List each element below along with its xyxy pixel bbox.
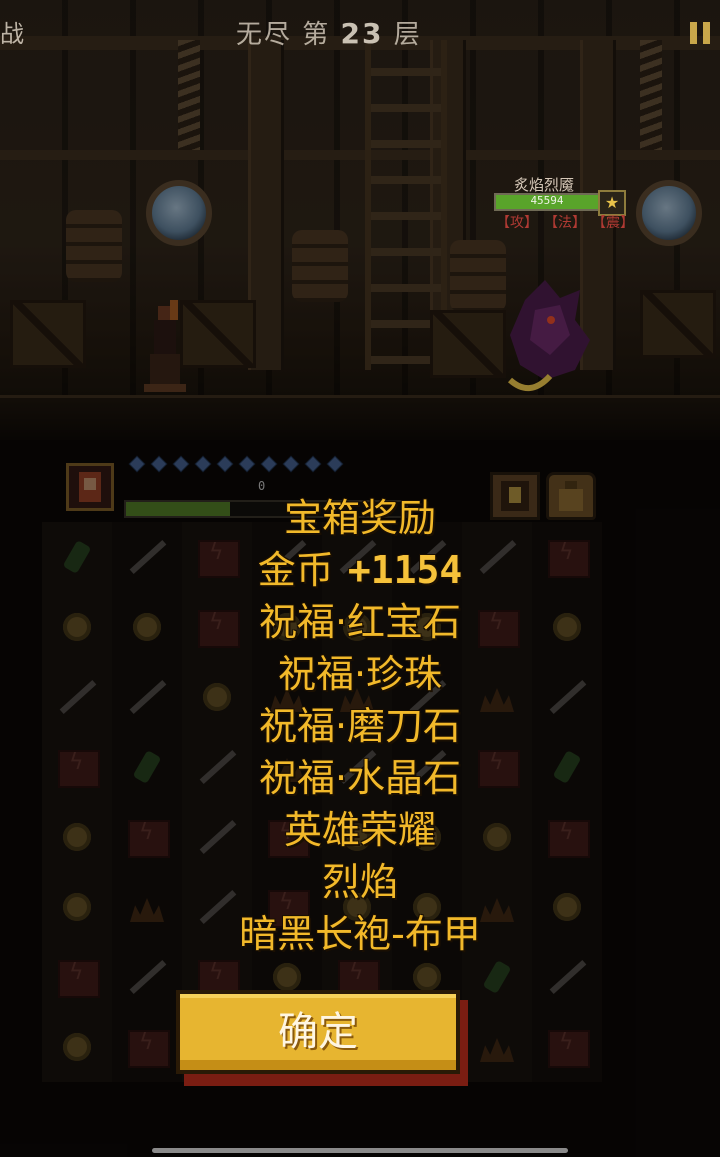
enemy-tag: 【震】 (592, 215, 634, 231)
enemy-hp-text: 45594 (530, 194, 564, 207)
gold-amount: +1154 (347, 548, 463, 592)
confirm-button[interactable]: 确定 (176, 990, 468, 1086)
pause-icon (690, 22, 697, 44)
enemy-tags: 【攻】 【法】 【震】 (496, 212, 634, 232)
enemy-tag: 【法】 (544, 215, 586, 231)
home-indicator[interactable] (152, 1148, 568, 1153)
gold-label: 金币 (257, 548, 334, 592)
floor-number: 23 (340, 17, 384, 50)
pause-icon-bar (703, 22, 710, 44)
mode-label: 战 (0, 20, 24, 48)
floor-prefix: 无尽 第 (236, 20, 331, 50)
reward-item: 祝福·磨刀石 (258, 704, 462, 748)
enemy-name: 炙焰烈魇 (514, 176, 575, 194)
reward-item: 祝福·水晶石 (258, 756, 462, 800)
reward-item: 祝福·红宝石 (258, 600, 462, 644)
reward-item: 烈焰 (321, 860, 398, 904)
floor-title: 无尽 第 23 层 (236, 14, 422, 51)
reward-title: 宝箱奖励 (283, 496, 436, 540)
enemy-hp-bar: 45594 (494, 193, 600, 211)
reward-gold: 金币 +1154 (0, 544, 720, 596)
pause-button[interactable] (690, 22, 714, 44)
reward-item: 暗黑长袍-布甲 (239, 912, 481, 956)
confirm-button-label: 确定 (278, 1009, 358, 1055)
chest-reward-popup: 宝箱奖励 金币 +1154 祝福·红宝石 祝福·珍珠 祝福·磨刀石 祝福·水晶石 … (0, 492, 720, 960)
enemy-tag: 【攻】 (496, 215, 538, 231)
reward-item: 祝福·珍珠 (277, 652, 443, 696)
floor-suffix: 层 (393, 20, 422, 50)
reward-item: 英雄荣耀 (283, 808, 436, 852)
